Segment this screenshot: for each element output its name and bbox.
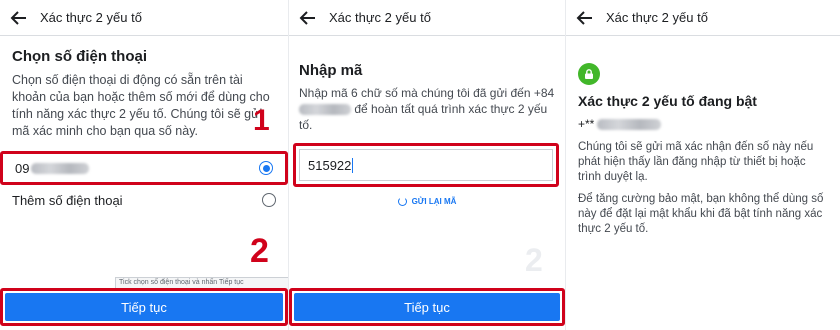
resend-code-link[interactable]: GỬI LẠI MÃ (289, 197, 565, 206)
enter-code-panel: Xác thực 2 yếu tố Nhập mã Nhập mã 6 chữ … (289, 0, 565, 330)
phone-number-blurred (31, 162, 90, 174)
page-title: Chọn số điện thoại (12, 48, 147, 65)
info-text-1: Chúng tôi sẽ gửi mã xác nhận đến số này … (578, 141, 814, 183)
lock-icon (578, 63, 600, 85)
step-watermark: 2 (525, 242, 543, 278)
step-marker-1: 1 (253, 104, 270, 137)
back-arrow-icon[interactable] (574, 7, 596, 29)
info-text-2: Để tăng cường bảo mật, bạn không thể dùn… (578, 193, 824, 235)
radio-unselected-icon[interactable] (262, 193, 276, 207)
status-title: Xác thực 2 yếu tố đang bật (578, 93, 757, 109)
two-factor-enabled-panel: Xác thực 2 yếu tố Xác thực 2 yếu tố đang… (566, 0, 840, 330)
continue-button-highlight: Tiếp tục (0, 288, 288, 326)
phone-number-blurred (299, 104, 351, 116)
radio-selected-icon[interactable] (259, 161, 273, 175)
continue-button[interactable]: Tiếp tục (5, 293, 283, 321)
header-bar: Xác thực 2 yếu tố (289, 0, 565, 36)
header-bar: Xác thực 2 yếu tố (0, 0, 288, 36)
phone-prefix: +** (578, 117, 595, 131)
refresh-icon (397, 197, 407, 206)
header-bar: Xác thực 2 yếu tố (566, 0, 840, 36)
phone-number-blurred (597, 118, 662, 130)
back-arrow-icon[interactable] (8, 7, 30, 29)
continue-button[interactable]: Tiếp tục (294, 293, 560, 321)
header-title: Xác thực 2 yếu tố (329, 10, 431, 25)
page-title: Nhập mã (299, 62, 363, 79)
code-input-highlight: 515922 (293, 143, 559, 187)
resend-label: GỬI LẠI MÃ (411, 197, 457, 206)
header-title: Xác thực 2 yếu tố (606, 10, 708, 25)
text-caret (352, 157, 354, 173)
code-value: 515922 (308, 157, 352, 173)
phone-number-prefix: 09 (15, 160, 30, 176)
phone-display: +** (578, 117, 662, 131)
add-phone-label: Thêm số điện thoại (12, 192, 123, 208)
phone-option-existing[interactable]: 09 (0, 151, 288, 185)
step-marker-2: 2 (250, 232, 269, 270)
description-start: Nhập mã 6 chữ số mà chúng tôi đã gửi đến… (299, 86, 555, 100)
code-input[interactable]: 515922 (299, 149, 553, 181)
description-text: Chọn số điện thoại di động có sẵn trên t… (12, 73, 270, 138)
continue-button-highlight: Tiếp tục (289, 288, 565, 326)
description-text: Nhập mã 6 chữ số mà chúng tôi đã gửi đến… (299, 85, 555, 133)
phone-option-add[interactable]: Thêm số điện thoại (0, 183, 288, 217)
header-title: Xác thực 2 yếu tố (40, 10, 142, 25)
back-arrow-icon[interactable] (297, 7, 319, 29)
choose-phone-panel: Xác thực 2 yếu tố Chọn số điện thoại Chọ… (0, 0, 288, 330)
